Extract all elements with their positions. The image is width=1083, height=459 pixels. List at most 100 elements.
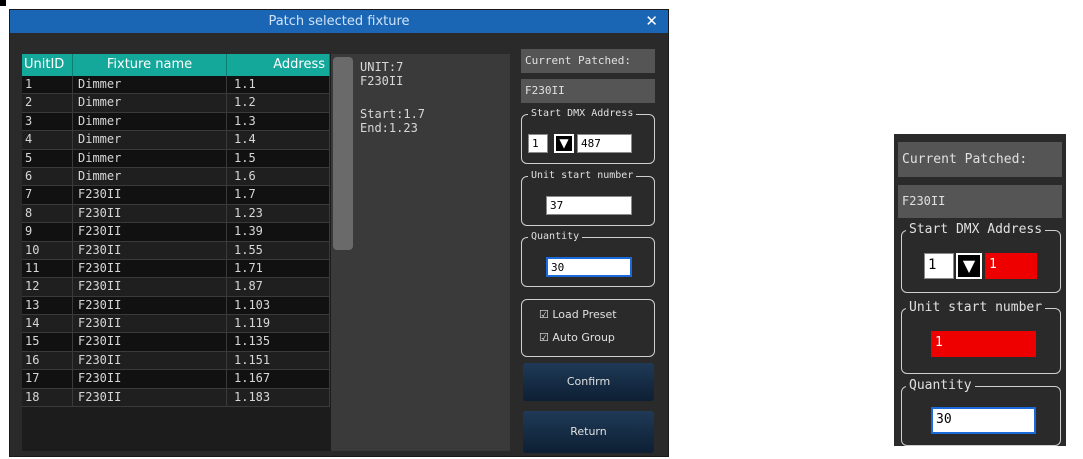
cell-fixture-name: F230II: [73, 204, 227, 223]
dialog-title-bar: Patch selected fixture ✕: [10, 10, 668, 33]
cell-fixture-name: F230II: [73, 370, 227, 388]
table-row[interactable]: 10 F230II 1.55: [22, 241, 330, 260]
table-row[interactable]: 4 Dimmer 1.4: [22, 131, 330, 150]
column-header-unitid[interactable]: UnitID: [22, 54, 73, 76]
cell-address: 1.119: [227, 315, 330, 333]
fixture-table: UnitID Fixture name Address 1 Dimmer 1.1 2 D…: [22, 54, 355, 451]
auto-group-checkbox[interactable]: ☑ Auto Group: [539, 331, 615, 345]
info-start: Start:1.7: [360, 107, 426, 121]
cell-address: 1.167: [227, 370, 330, 388]
quantity-group: Quantity 30: [521, 230, 655, 287]
table-row[interactable]: 3 Dimmer 1.3: [22, 112, 330, 132]
cell-fixture-name: Dimmer: [73, 149, 227, 167]
zoom-start-dmx-group: Start DMX Address 1 ▼ 1: [901, 223, 1061, 293]
cell-unitid: 1: [22, 76, 73, 94]
zoom-current-patched-label: Current Patched:: [898, 142, 1062, 177]
start-dmx-group: Start DMX Address 1 ▼ 487: [521, 107, 655, 164]
current-patched-value: F230II: [521, 79, 655, 103]
cell-unitid: 5: [22, 149, 73, 167]
quantity-field[interactable]: 30: [546, 257, 632, 277]
corner-marker: [0, 0, 6, 6]
cell-address: 1.3: [227, 112, 330, 131]
load-preset-checkbox[interactable]: ☑ Load Preset: [539, 308, 617, 322]
cell-fixture-name: Dimmer: [73, 112, 227, 131]
scrollbar-thumb[interactable]: [333, 57, 353, 250]
cell-unitid: 15: [22, 333, 73, 351]
info-end: End:1.23: [360, 121, 418, 135]
current-patched-label: Current Patched:: [521, 49, 655, 73]
cell-fixture-name: F230II: [73, 259, 227, 278]
table-row[interactable]: 17 F230II 1.167: [22, 370, 330, 389]
cell-fixture-name: F230II: [73, 351, 227, 370]
dmx-universe-field[interactable]: 1: [528, 134, 548, 153]
cell-unitid: 7: [22, 186, 73, 204]
table-row[interactable]: 8 F230II 1.23: [22, 204, 330, 224]
info-unit: UNIT:7: [360, 60, 404, 74]
confirm-button[interactable]: Confirm: [523, 363, 654, 401]
zoom-quantity-title: Quantity: [906, 379, 975, 393]
table-scrollbar[interactable]: [331, 54, 355, 451]
cell-unitid: 3: [22, 112, 73, 131]
cell-unitid: 17: [22, 370, 73, 388]
table-row[interactable]: 1 Dimmer 1.1: [22, 76, 330, 95]
cell-unitid: 16: [22, 351, 73, 370]
dmx-address-field[interactable]: 487: [577, 134, 632, 153]
zoom-unit-start-title: Unit start number: [906, 301, 1046, 315]
cell-unitid: 18: [22, 388, 73, 407]
cell-address: 1.183: [227, 388, 330, 407]
zoom-current-patched-value: F230II: [898, 185, 1062, 218]
cell-unitid: 12: [22, 278, 73, 296]
table-row[interactable]: 13 F230II 1.103: [22, 296, 330, 316]
options-group: ☑ Load Preset ☑ Auto Group: [521, 299, 655, 357]
zoom-dmx-universe-field[interactable]: 1: [924, 253, 954, 279]
cell-fixture-name: F230II: [73, 186, 227, 204]
return-button[interactable]: Return: [523, 411, 654, 453]
cell-address: 1.103: [227, 296, 330, 315]
zoom-unit-start-group: Unit start number 1: [901, 301, 1061, 374]
cell-address: 1.2: [227, 94, 330, 112]
zoom-dmx-address-field[interactable]: 1: [985, 253, 1037, 279]
cell-unitid: 2: [22, 94, 73, 112]
fixture-info-panel: UNIT:7 F230II Start:1.7 End:1.23: [354, 54, 510, 451]
table-row[interactable]: 18 F230II 1.183: [22, 388, 330, 408]
unit-start-field[interactable]: 37: [546, 196, 632, 215]
cell-unitid: 8: [22, 204, 73, 223]
table-row[interactable]: 11 F230II 1.71: [22, 259, 330, 279]
cell-address: 1.151: [227, 351, 330, 370]
close-icon[interactable]: ✕: [645, 10, 658, 33]
zoom-quantity-field[interactable]: 30: [931, 407, 1036, 434]
column-header-address[interactable]: Address: [227, 54, 330, 76]
cell-unitid: 11: [22, 259, 73, 278]
zoom-start-dmx-title: Start DMX Address: [906, 223, 1046, 237]
table-row[interactable]: 15 F230II 1.135: [22, 333, 330, 352]
table-row[interactable]: 12 F230II 1.87: [22, 278, 330, 297]
table-row[interactable]: 16 F230II 1.151: [22, 351, 330, 371]
cell-address: 1.39: [227, 223, 330, 241]
cell-address: 1.71: [227, 259, 330, 278]
zoom-quantity-group: Quantity 30: [901, 379, 1061, 446]
zoom-dmx-dropdown-icon[interactable]: ▼: [956, 253, 982, 279]
table-row[interactable]: 14 F230II 1.119: [22, 315, 330, 334]
dmx-universe-dropdown-icon[interactable]: ▼: [554, 134, 574, 153]
cell-address: 1.87: [227, 278, 330, 296]
zoomed-inset-panel: Current Patched: F230II Start DMX Addres…: [894, 134, 1066, 446]
zoom-unit-start-field[interactable]: 1: [931, 331, 1036, 357]
patch-dialog: Patch selected fixture ✕ UnitID Fixture …: [9, 9, 669, 457]
column-header-fixture-name[interactable]: Fixture name: [73, 54, 227, 76]
checkbox-checked-icon: ☑: [539, 331, 549, 344]
cell-fixture-name: F230II: [73, 296, 227, 315]
checkbox-checked-icon: ☑: [539, 308, 549, 321]
table-row[interactable]: 6 Dimmer 1.6: [22, 167, 330, 187]
cell-unitid: 6: [22, 167, 73, 186]
table-row[interactable]: 2 Dimmer 1.2: [22, 94, 330, 113]
cell-fixture-name: F230II: [73, 278, 227, 296]
table-row[interactable]: 9 F230II 1.39: [22, 223, 330, 242]
cell-address: 1.6: [227, 167, 330, 186]
table-row[interactable]: 5 Dimmer 1.5: [22, 149, 330, 168]
table-row[interactable]: 7 F230II 1.7: [22, 186, 330, 205]
cell-fixture-name: Dimmer: [73, 94, 227, 112]
cell-unitid: 10: [22, 241, 73, 259]
cell-address: 1.1: [227, 76, 330, 94]
cell-address: 1.5: [227, 149, 330, 167]
cell-address: 1.23: [227, 204, 330, 223]
